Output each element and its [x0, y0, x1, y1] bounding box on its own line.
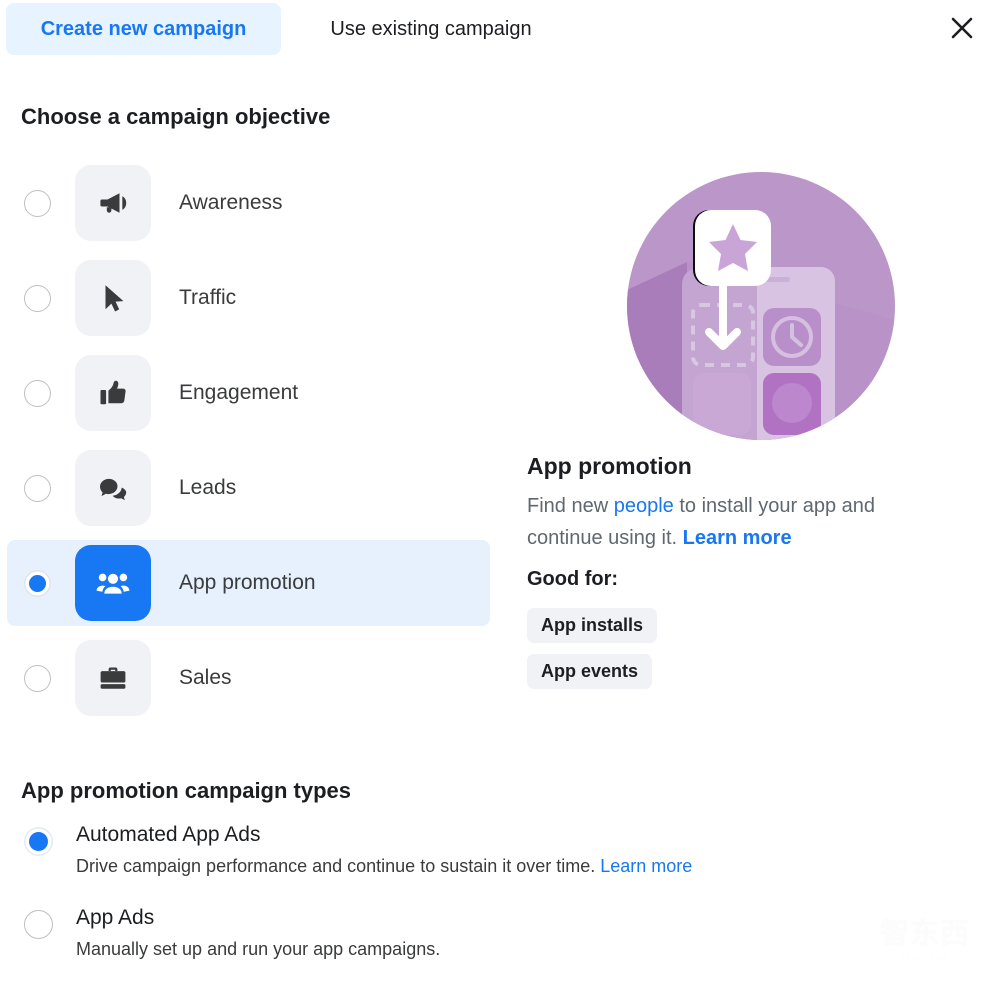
megaphone-icon: [95, 185, 131, 221]
objective-radio-app-promotion[interactable]: [24, 569, 51, 597]
campaign-type-radio-automated-app-ads[interactable]: [24, 827, 53, 856]
tab-use-existing-campaign-label: Use existing campaign: [330, 17, 532, 40]
good-for-badges: App installs App events: [527, 608, 658, 700]
objective-label-leads: Leads: [179, 476, 237, 499]
objective-option-sales[interactable]: Sales: [0, 635, 500, 721]
objective-radio-awareness[interactable]: [24, 189, 51, 217]
tab-create-new-campaign-label: Create new campaign: [40, 17, 247, 40]
campaign-objective-dialog: Create new campaign Use existing campaig…: [0, 0, 1000, 985]
campaign-type-desc-automated-app-ads: Drive campaign performance and continue …: [76, 856, 692, 877]
campaign-types-heading: App promotion campaign types: [21, 778, 352, 803]
objective-label-engagement: Engagement: [179, 381, 299, 404]
speech-bubbles-icon: [95, 470, 131, 506]
campaign-type-learn-more-link[interactable]: Learn more: [600, 856, 692, 876]
objective-icon-tile-traffic: [75, 260, 151, 336]
people-link[interactable]: people: [614, 495, 674, 517]
objective-option-app-promotion[interactable]: App promotion: [7, 540, 490, 626]
thumbs-up-icon: [95, 375, 131, 411]
tab-create-new-campaign[interactable]: Create new campaign: [6, 3, 281, 55]
objective-option-awareness[interactable]: Awareness: [0, 160, 500, 246]
tab-use-existing-campaign[interactable]: Use existing campaign: [296, 3, 566, 55]
app-promotion-illustration: [627, 170, 895, 443]
preview-desc-part1: Find new: [527, 495, 614, 517]
badge-app-installs: App installs: [527, 608, 658, 643]
objective-option-list: Awareness Traffic Engagement Leads App p…: [0, 160, 500, 730]
objective-icon-tile-awareness: [75, 165, 151, 241]
objective-option-traffic[interactable]: Traffic: [0, 255, 500, 341]
cursor-arrow-icon: [95, 280, 131, 316]
objective-label-app-promotion: App promotion: [179, 571, 316, 594]
objective-radio-traffic[interactable]: [24, 284, 51, 312]
objective-radio-engagement[interactable]: [24, 379, 51, 407]
objective-icon-tile-leads: [75, 450, 151, 526]
badge-wrap-app-installs: App installs: [527, 608, 658, 654]
campaign-type-label-automated-app-ads: Automated App Ads: [76, 823, 261, 846]
good-for-label: Good for:: [527, 568, 619, 590]
watermark-sub-text: zhidx.com: [900, 955, 950, 962]
badge-wrap-app-events: App events: [527, 654, 657, 700]
close-icon: [949, 15, 975, 41]
objective-radio-sales[interactable]: [24, 664, 51, 692]
objective-option-leads[interactable]: Leads: [0, 445, 500, 531]
close-button[interactable]: [940, 6, 984, 50]
objective-label-traffic: Traffic: [179, 286, 237, 309]
campaign-type-radio-app-ads[interactable]: [24, 910, 53, 939]
objective-label-awareness: Awareness: [179, 191, 283, 214]
choose-objective-heading: Choose a campaign objective: [21, 104, 331, 129]
objective-icon-tile-app-promotion: [75, 545, 151, 621]
watermark-main-text: 智东西: [879, 918, 970, 950]
campaign-type-label-app-ads: App Ads: [76, 906, 155, 929]
briefcase-icon: [95, 660, 131, 696]
watermark: 智东西 zhidx.com: [862, 900, 988, 972]
preview-learn-more-link[interactable]: Learn more: [683, 527, 792, 549]
dialog-tabbar: Create new campaign Use existing campaig…: [0, 0, 1000, 58]
objective-label-sales: Sales: [179, 666, 232, 689]
campaign-type-desc-text-automated: Drive campaign performance and continue …: [76, 856, 601, 876]
objective-icon-tile-sales: [75, 640, 151, 716]
objective-icon-tile-engagement: [75, 355, 151, 431]
people-group-icon: [94, 564, 132, 602]
badge-app-events: App events: [527, 654, 653, 689]
preview-description: Find new people to install your app and …: [527, 490, 945, 554]
preview-title: App promotion: [527, 453, 692, 479]
objective-option-engagement[interactable]: Engagement: [0, 350, 500, 436]
campaign-type-desc-app-ads: Manually set up and run your app campaig…: [76, 939, 441, 959]
objective-radio-leads[interactable]: [24, 474, 51, 502]
